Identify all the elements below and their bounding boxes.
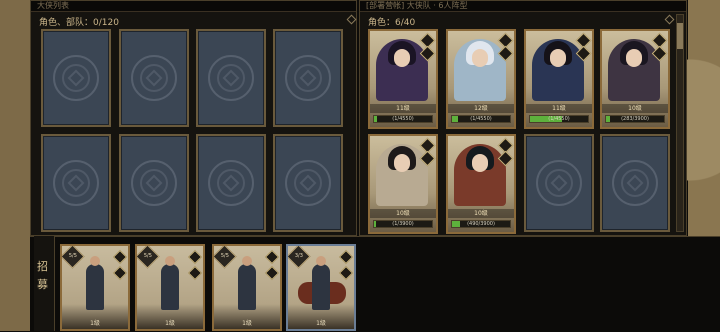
recruit-unit-card[interactable]: 5/5 1级 [60, 244, 130, 331]
rank-badge-icon [264, 265, 280, 281]
hero-card[interactable]: 10级 (1/3900) [368, 134, 438, 234]
weapon-badge-icon [187, 249, 203, 265]
empty-slot[interactable] [41, 29, 111, 127]
roster-panel-header: 大侠列表 [31, 1, 356, 12]
hero-portrait-face [472, 49, 488, 67]
hero-level: 10级 [370, 209, 436, 218]
unit-count-text: 5/5 [68, 253, 77, 260]
empty-slot[interactable] [600, 134, 670, 232]
hero-exp-text: (1/4550) [548, 116, 570, 122]
deployment-scrollbar[interactable] [676, 14, 684, 232]
hero-portrait-face [550, 49, 566, 67]
panel-corner-ornament [346, 14, 357, 25]
unit-figure-head [316, 256, 326, 266]
hero-portrait-face [394, 154, 410, 172]
hero-card[interactable]: 11级 (1/4550) [524, 29, 594, 129]
deployment-panel-header: [部署营帐] 大侠队 · 6人阵型 [360, 1, 686, 12]
unit-level: 1级 [316, 320, 326, 327]
unit-count-text: 3/3 [294, 253, 303, 260]
unit-count-badge: 5/5 [137, 246, 160, 269]
weapon-badge-icon [264, 249, 280, 265]
hero-portrait-face [394, 49, 410, 67]
hero-exp-text: (1/3900) [392, 221, 414, 227]
empty-slot[interactable] [273, 134, 343, 232]
unit-figure [238, 264, 256, 310]
rank-badge-icon [112, 265, 128, 281]
emblem-icon [131, 160, 177, 206]
recruit-tab-label-bottom: 募 [37, 278, 48, 291]
empty-slot[interactable] [524, 134, 594, 232]
emblem-icon [53, 55, 99, 101]
unit-figure [312, 264, 330, 310]
scrollbar-thumb[interactable] [677, 23, 683, 49]
empty-slot[interactable] [119, 29, 189, 127]
deployment-panel: [部署营帐] 大侠队 · 6人阵型 角色：6/40 11级 (1/4550) 12级… [359, 0, 687, 236]
emblem-icon [612, 160, 658, 206]
recruit-tab[interactable]: 招 募 [34, 236, 55, 331]
emblem-icon [285, 160, 331, 206]
unit-figure [161, 264, 179, 310]
hero-level: 12级 [448, 104, 514, 113]
hero-exp-text: (283/3900) [621, 116, 649, 122]
hero-portrait-face [626, 49, 642, 67]
panel-corner-ornament [664, 14, 675, 25]
hero-exp-text: (1/4550) [392, 116, 414, 122]
emblem-icon [208, 160, 254, 206]
unit-level: 1级 [90, 320, 100, 327]
hero-card[interactable]: 10级 (490/3900) [446, 134, 516, 234]
hero-card[interactable]: 11级 (1/4550) [368, 29, 438, 129]
empty-slot[interactable] [273, 29, 343, 127]
emblem-icon [208, 55, 254, 101]
empty-slot[interactable] [196, 29, 266, 127]
empty-slot[interactable] [41, 134, 111, 232]
recruit-strip [30, 236, 720, 332]
unit-level: 1级 [242, 320, 252, 327]
hero-level: 11级 [526, 104, 592, 113]
unit-figure-head [90, 256, 100, 266]
emblem-icon [285, 55, 331, 101]
unit-count-badge: 5/5 [62, 246, 85, 269]
weapon-badge-icon [338, 249, 354, 265]
emblem-icon [131, 55, 177, 101]
unit-level: 1级 [165, 320, 175, 327]
hero-level: 11级 [370, 104, 436, 113]
recruit-unit-card[interactable]: 5/5 1级 [135, 244, 205, 331]
emblem-icon [53, 160, 99, 206]
unit-count-text: 5/5 [143, 253, 152, 260]
rank-badge-icon [338, 265, 354, 281]
hero-card[interactable]: 12级 (1/4550) [446, 29, 516, 129]
hero-level: 10级 [448, 209, 514, 218]
hero-card[interactable]: 10级 (283/3900) [600, 29, 670, 129]
roster-count-label: 角色、部队：0/120 [39, 18, 119, 28]
hero-level: 10级 [602, 104, 668, 113]
recruit-unit-card[interactable]: 3/3 1级 [286, 244, 356, 331]
deployment-count-label: 角色：6/40 [368, 18, 416, 28]
recruit-tab-label-top: 招 [37, 260, 48, 273]
rank-badge-icon [187, 265, 203, 281]
emblem-icon [536, 160, 582, 206]
roster-panel: 大侠列表 角色、部队：0/120 [30, 0, 357, 236]
weapon-badge-icon [112, 249, 128, 265]
unit-count-badge: 3/3 [288, 246, 311, 269]
unit-count-text: 5/5 [220, 253, 229, 260]
hero-exp-text: (1/4550) [470, 116, 492, 122]
hero-exp-text: (490/3900) [467, 221, 495, 227]
empty-slot[interactable] [119, 134, 189, 232]
unit-figure [86, 264, 104, 310]
unit-figure-head [242, 256, 252, 266]
empty-slot[interactable] [196, 134, 266, 232]
recruit-unit-card[interactable]: 5/5 1级 [212, 244, 282, 331]
unit-count-badge: 5/5 [214, 246, 237, 269]
hero-portrait-face [472, 154, 488, 172]
unit-figure-head [165, 256, 175, 266]
